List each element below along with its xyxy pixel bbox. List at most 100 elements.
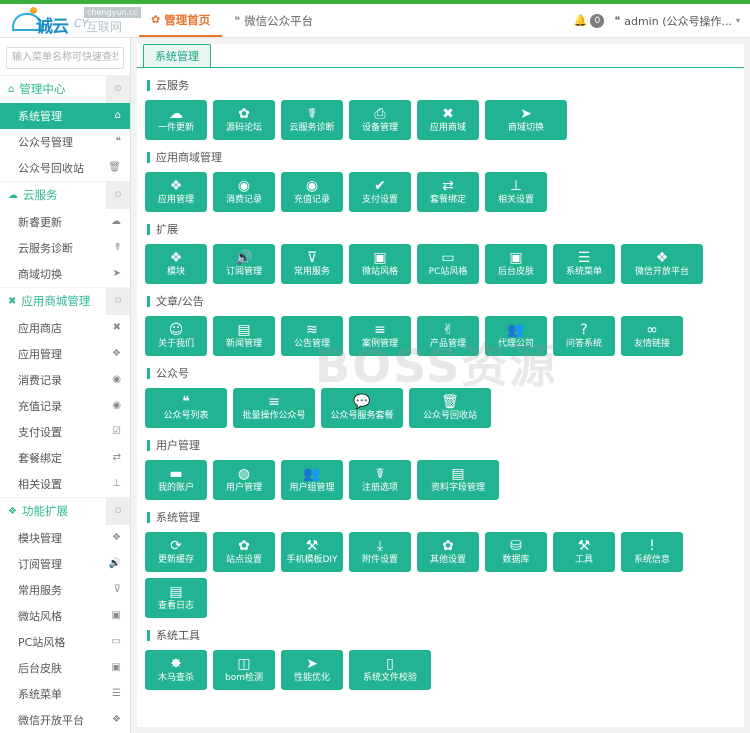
thumbs-up-icon: ✌ [442,322,454,338]
tile-button[interactable]: ➤ 性能优化 [281,650,343,690]
sidebar-item[interactable]: 系统管理 ⌂ [0,102,130,129]
sidebar-item[interactable]: 应用管理 ❖ [0,341,130,367]
tile-button[interactable]: ≋ 公告管理 [281,316,343,356]
content-section: 云服务 ☁ 一件更新 ✿ 源码论坛 ☤ 云服务诊断 ⎙ 设备管理 ✖ 应用商域 ➤ 商域切换 [137,77,744,140]
tile-button[interactable]: ▯ 系统文件校验 [349,650,431,690]
tile-button[interactable]: ✖ 应用商域 [417,100,479,140]
tile-button[interactable]: ☤ 注册选项 [349,460,411,500]
sidebar-item[interactable]: 相关设置 ⊥ [0,471,130,497]
tile-button[interactable]: ! 系统信息 [621,532,683,572]
content-section: 用户管理 ▬ 我的账户 ◍ 用户管理 👥 用户组管理 ☤ 注册选项 ▤ 资料字段管理 [137,437,744,500]
sidebar-item[interactable]: 后台皮肤 ▣ [0,655,130,681]
tile-button[interactable]: ⚒ 工具 [553,532,615,572]
tile-button[interactable]: ◫ bom检测 [213,650,275,690]
collapse-toggle-icon[interactable]: ⊙ [106,287,130,315]
printer-icon: ⎙ [374,106,386,122]
link-icon: ∞ [646,322,658,338]
tile-button[interactable]: ⚒ 手机模板DIY [281,532,343,572]
sidebar-item[interactable]: 常用服务 ⊽ [0,577,130,603]
tile-button[interactable]: ∞ 友情链接 [621,316,683,356]
tile-button[interactable]: ☁ 一件更新 [145,100,207,140]
tile-button[interactable]: 💬 公众号服务套餐 [321,388,403,428]
tile-button[interactable]: ? 问答系统 [553,316,615,356]
tile-button[interactable]: ❖ 模块 [145,244,207,284]
logo[interactable]: 诚云 CY chengyun.cc 互联网 [0,4,141,37]
sidebar-item-label: 系统菜单 [18,687,62,701]
tile-button[interactable]: 🗑 公众号回收站 [409,388,491,428]
tile-button[interactable]: ☰ 系统菜单 [553,244,615,284]
tile-button[interactable]: ✸ 木马查杀 [145,650,207,690]
tab-system-management[interactable]: 系统管理 [143,44,211,67]
sidebar-item[interactable]: 充值记录 ◉ [0,393,130,419]
tile-button[interactable]: ⛁ 数据库 [485,532,547,572]
tile-button[interactable]: ❝ 公众号列表 [145,388,227,428]
header-tab-admin-home[interactable]: ✿ 管理首页 [139,4,223,37]
sidebar-item[interactable]: 应用商店 ✖ [0,315,130,341]
tile-button[interactable]: ⎙ 设备管理 [349,100,411,140]
tile-button[interactable]: ❖ 应用管理 [145,172,207,212]
tile-button[interactable]: ☺ 关于我们 [145,316,207,356]
sidebar-group-header[interactable]: ⌂ 管理中心 ⊙ [0,74,130,103]
sidebar-group-header[interactable]: ☁ 云服务 ⊙ [0,180,130,209]
tile-button[interactable]: ▤ 查看日志 [145,578,207,618]
tile-button[interactable]: ◉ 消费记录 [213,172,275,212]
menu-search-input[interactable] [6,46,124,69]
tile-button[interactable]: 👥 代理公司 [485,316,547,356]
notifications-button[interactable]: 🔔 0 [574,13,605,28]
tile-label: 问答系统 [565,339,602,349]
collapse-toggle-icon[interactable]: ⊙ [106,181,130,209]
collapse-toggle-icon[interactable]: ⊙ [106,497,130,525]
tile-button[interactable]: ⤓ 附件设置 [349,532,411,572]
tile-button[interactable]: ❖ 微信开放平台 [621,244,703,284]
tile-button[interactable]: ▣ 微站风格 [349,244,411,284]
tile-button[interactable]: ◉ 充值记录 [281,172,343,212]
tile-button[interactable]: ▭ PC站风格 [417,244,479,284]
collapse-toggle-icon[interactable]: ⊙ [106,75,130,103]
user-icon: ◍ [237,466,251,482]
tile-button[interactable]: ▤ 新闻管理 [213,316,275,356]
tile-button[interactable]: ✿ 其他设置 [417,532,479,572]
tile-button[interactable]: ⟳ 更新缓存 [145,532,207,572]
sidebar-item[interactable]: 订阅管理 🔊 [0,551,130,577]
user-menu[interactable]: ❝ admin (公众号操作... ▾ [614,13,740,29]
tile-button[interactable]: ✿ 源码论坛 [213,100,275,140]
sidebar-search-wrap [0,38,130,75]
sidebar-item[interactable]: 微信开放平台 ❖ [0,707,130,733]
tile-button[interactable]: ✔ 支付设置 [349,172,411,212]
tile-label: 资料字段管理 [430,483,485,493]
sidebar-item[interactable]: 模块管理 ❖ [0,525,130,551]
tile-button[interactable]: ▤ 资料字段管理 [417,460,499,500]
sidebar-group-header[interactable]: ❖ 功能扩展 ⊙ [0,496,130,525]
tile-button[interactable]: 👥 用户组管理 [281,460,343,500]
sidebar-item[interactable]: 系统菜单 ☰ [0,681,130,707]
tile-button[interactable]: ⊽ 常用服务 [281,244,343,284]
tile-button[interactable]: ✿ 站点设置 [213,532,275,572]
header-tab-wechat-platform[interactable]: ❝ 微信公众平台 [222,4,325,37]
tile-button[interactable]: ≡ 案例管理 [349,316,411,356]
gears-icon: ✿ [238,538,250,554]
tile-button[interactable]: ▬ 我的账户 [145,460,207,500]
tile-button[interactable]: ✌ 产品管理 [417,316,479,356]
sidebar-group-header[interactable]: ✖ 应用商城管理 ⊙ [0,286,130,315]
sidebar-item[interactable]: 商域切换 ➤ [0,261,130,287]
sidebar-item[interactable]: 云服务诊断 ☤ [0,235,130,261]
trash-icon: 🗑 [108,162,121,173]
sidebar-item[interactable]: 支付设置 ☑ [0,419,130,445]
tile-button[interactable]: ≡ 批量操作公众号 [233,388,315,428]
sidebar-item[interactable]: 消费记录 ◉ [0,367,130,393]
tile-button[interactable]: ☤ 云服务诊断 [281,100,343,140]
tile-button[interactable]: ⊥ 相关设置 [485,172,547,212]
volume-icon: 🔊 [108,558,121,569]
sidebar-item[interactable]: 新睿更新 ☁ [0,209,130,235]
tile-button[interactable]: ➤ 商域切换 [485,100,567,140]
tile-button[interactable]: 🔊 订阅管理 [213,244,275,284]
sidebar-item[interactable]: 公众号回收站 🗑 [0,155,130,181]
cubes-icon: ❖ [112,714,121,725]
sidebar-item[interactable]: 公众号管理 ❝ [0,129,130,155]
sidebar-item[interactable]: PC站风格 ▭ [0,629,130,655]
tile-button[interactable]: ⇄ 套餐绑定 [417,172,479,212]
tile-button[interactable]: ▣ 后台皮肤 [485,244,547,284]
tile-button[interactable]: ◍ 用户管理 [213,460,275,500]
sidebar-item[interactable]: 套餐绑定 ⇄ [0,445,130,471]
sidebar-item[interactable]: 微站风格 ▣ [0,603,130,629]
